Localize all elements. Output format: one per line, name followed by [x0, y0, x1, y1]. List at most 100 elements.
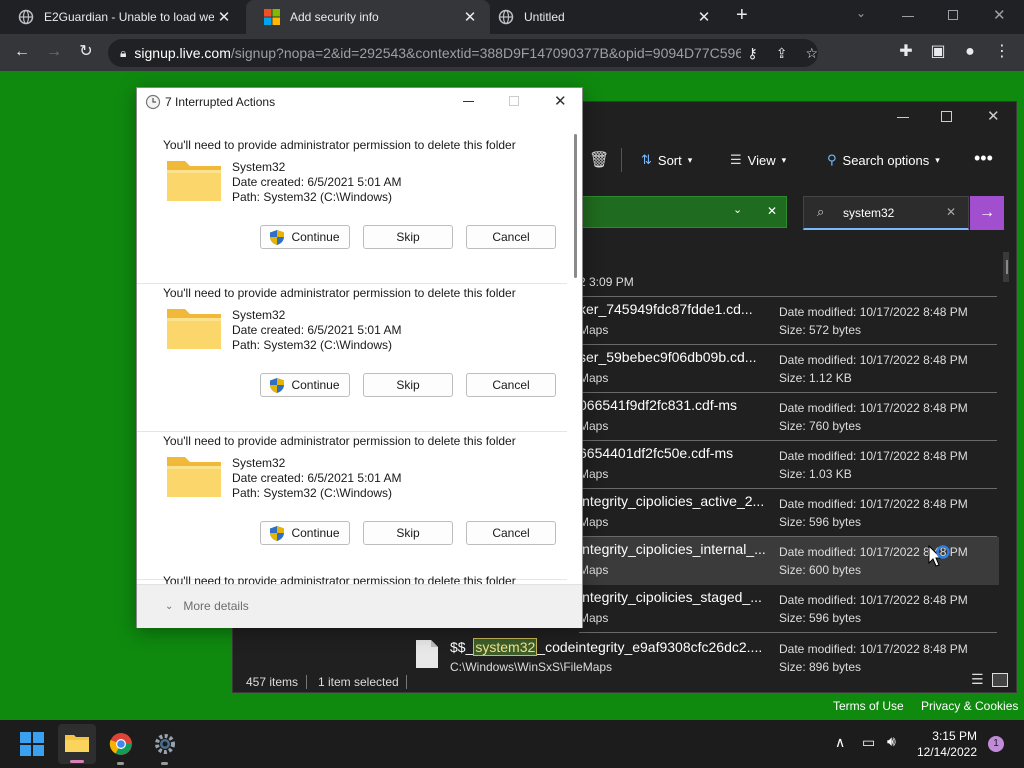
date-modified: Date modified: 10/17/2022 8:48 PM [779, 449, 968, 463]
list-item[interactable]: 6654401df2fc50e.cdf-ms Maps Date modified:… [579, 441, 997, 489]
tab-title: E2Guardian - Unable to load web [44, 10, 214, 24]
list-item[interactable]: $$_ system32 _codeintegrity_e9af9308cfc26d… [411, 632, 997, 682]
tab-add-security-info[interactable]: Add security info ✕ [246, 0, 490, 34]
clock-date[interactable]: 12/14/2022 [905, 745, 977, 759]
list-item[interactable]: integrity_cipolicies_staged_... Maps Date … [579, 585, 997, 633]
list-item[interactable]: ser_59bebec9f06db09b.cd... Maps Date modif… [579, 345, 997, 393]
partial-message: You'll need to provide administrator per… [163, 574, 516, 584]
details-view-icon[interactable]: ☰ [971, 671, 984, 688]
status-item-count: 457 items [246, 675, 299, 689]
uac-shield-icon [270, 525, 285, 541]
interrupted-actions-dialog: 7 Interrupted Actions ✕ You'll need to p… [136, 87, 583, 628]
search-go-button[interactable]: → [970, 196, 1004, 230]
forward-icon[interactable]: → [42, 40, 66, 64]
address-bar[interactable]: 🔒︎ signup.live.com /signup?nopa=2&id=292… [108, 39, 818, 67]
new-tab-icon[interactable]: + [736, 4, 748, 27]
notification-badge[interactable]: 1 [988, 736, 1004, 752]
chevron-down-icon: ▾ [781, 154, 787, 165]
search-options-label: Search options [842, 152, 930, 168]
file-explorer-taskbar-button[interactable] [58, 724, 96, 764]
cancel-button[interactable]: Cancel [466, 225, 556, 249]
cancel-button[interactable]: Cancel [466, 373, 556, 397]
chrome-icon[interactable] [109, 732, 133, 756]
file-size: Size: 760 bytes [779, 419, 862, 433]
microsoft-logo-icon [264, 9, 280, 25]
clock-time[interactable]: 3:15 PM [917, 729, 977, 743]
file-size: Size: 596 bytes [779, 515, 862, 529]
start-icon[interactable] [20, 732, 44, 756]
settings-icon[interactable] [153, 732, 177, 756]
tab-e2guardian[interactable]: E2Guardian - Unable to load web ✕ [0, 0, 244, 34]
list-item[interactable]: 066541f9df2fc831.cdf-ms Maps Date modified… [579, 393, 997, 441]
file-path: Maps [579, 371, 609, 385]
active-indicator [70, 760, 84, 763]
continue-button[interactable]: Continue [260, 373, 350, 397]
close-tab-icon[interactable]: ✕ [694, 8, 714, 26]
status-selected: 1 item selected [318, 675, 399, 689]
file-name: ker_745949fdc87fdde1.cd... [579, 301, 753, 317]
maximize-icon [509, 96, 519, 106]
extensions-icon[interactable]: ✚ [894, 40, 918, 64]
show-hidden-icons-icon[interactable]: ∧ [835, 734, 845, 751]
delete-icon[interactable]: 🗑︎ [589, 150, 609, 170]
search-options-button[interactable]: ⚲ Search options ▾ [827, 152, 940, 168]
bookmark-star-icon[interactable]: ☆ [805, 45, 818, 62]
divider [621, 148, 622, 172]
minimize-icon[interactable] [463, 101, 474, 102]
continue-button[interactable]: Continue [260, 225, 350, 249]
restore-icon[interactable] [948, 10, 958, 20]
file-path: Maps [579, 467, 609, 481]
folder-icon [167, 161, 221, 201]
network-icon[interactable]: ▭ [862, 734, 875, 751]
folder-name: System32 [232, 308, 286, 322]
list-item[interactable]: integrity_cipolicies_active_2... Maps Date… [579, 489, 997, 537]
sort-button[interactable]: ⇅ Sort ▾ [641, 152, 692, 168]
address-history-chevron-icon[interactable]: ⌄ [733, 203, 742, 216]
menu-icon[interactable]: ⋮ [990, 40, 1014, 64]
more-details-button[interactable]: ⌄ More details [165, 599, 249, 613]
close-window-icon[interactable]: ✕ [987, 107, 1000, 125]
terms-link[interactable]: Terms of Use [833, 699, 904, 713]
reload-icon[interactable]: ↻ [74, 40, 98, 64]
view-button[interactable]: ☰ View ▾ [730, 152, 786, 168]
continue-button[interactable]: Continue [260, 521, 350, 545]
search-icon: ⌕ [817, 204, 825, 219]
minimize-icon[interactable] [902, 16, 914, 17]
more-options-icon[interactable]: ••• [974, 148, 993, 169]
volume-icon[interactable]: 🔊︎ [887, 733, 896, 750]
close-dialog-icon[interactable]: ✕ [554, 92, 567, 110]
cancel-button[interactable]: Cancel [466, 521, 556, 545]
sort-label: Sort [657, 152, 682, 168]
dialog-scrollbar-thumb[interactable] [574, 134, 577, 278]
tab-untitled[interactable]: Untitled ✕ [480, 0, 724, 34]
privacy-link[interactable]: Privacy & Cookies [921, 699, 1018, 713]
back-icon[interactable]: ← [10, 40, 34, 64]
skip-button[interactable]: Skip [363, 521, 453, 545]
close-window-icon[interactable]: ✕ [993, 6, 1006, 24]
clear-search-icon[interactable]: ✕ [946, 205, 956, 219]
date-modified: Date modified: 10/17/2022 8:48 PM [779, 401, 968, 415]
skip-button[interactable]: Skip [363, 225, 453, 249]
clear-address-icon[interactable]: ✕ [767, 204, 777, 218]
tiles-view-icon[interactable] [992, 673, 1008, 687]
side-panel-icon[interactable]: ▣ [926, 40, 950, 64]
tab-search-chevron-icon[interactable]: ⌄ [856, 6, 866, 20]
explorer-address-bar[interactable] [579, 196, 787, 228]
folder-path: Path: System32 (C:\Windows) [232, 338, 393, 352]
busy-cursor-icon [928, 545, 950, 567]
maximize-icon[interactable] [941, 111, 952, 122]
close-tab-icon[interactable]: ✕ [460, 8, 480, 26]
folder-name: System32 [232, 160, 286, 174]
minimize-icon[interactable] [897, 117, 909, 118]
dialog-scroll-area[interactable]: You'll need to provide administrator per… [137, 128, 567, 584]
file-path: Maps [579, 611, 609, 625]
list-item[interactable]: ker_745949fdc87fdde1.cd... Maps Date modif… [579, 297, 997, 345]
scrollbar-thumb[interactable] [1006, 260, 1008, 274]
key-icon[interactable]: ⚷ [747, 45, 757, 62]
uac-shield-icon [270, 229, 285, 245]
profile-icon[interactable]: ● [958, 40, 982, 64]
share-icon[interactable]: ⇪ [776, 45, 788, 62]
skip-button[interactable]: Skip [363, 373, 453, 397]
more-details-label: More details [183, 599, 249, 613]
close-tab-icon[interactable]: ✕ [214, 8, 234, 26]
